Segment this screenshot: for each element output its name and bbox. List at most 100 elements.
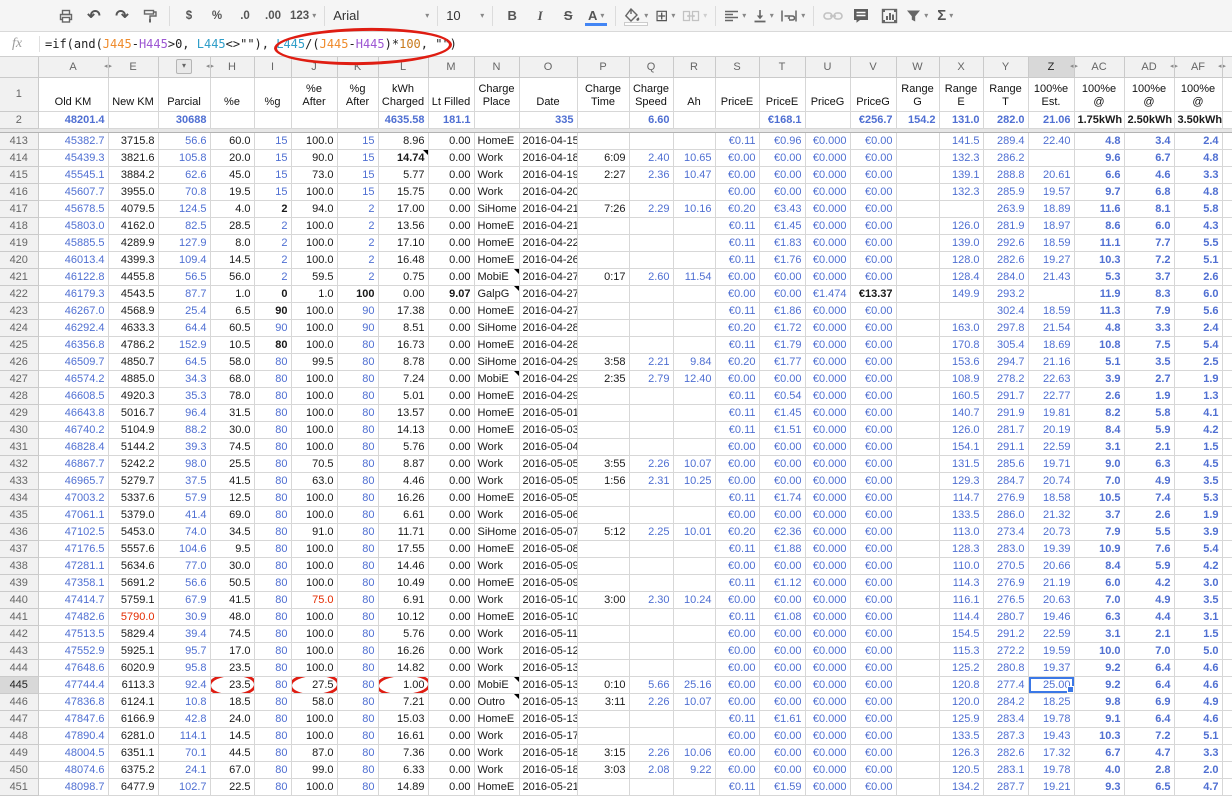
- cell-R445[interactable]: 25.16: [673, 676, 715, 693]
- cell-H430[interactable]: 30.0: [210, 421, 254, 438]
- cell-AD413[interactable]: 3.4: [1124, 132, 1174, 149]
- cell-Z429[interactable]: 19.81: [1028, 404, 1074, 421]
- cell-AF443[interactable]: 5.0: [1174, 642, 1222, 659]
- cell-N422[interactable]: GalpG: [474, 285, 519, 302]
- increase-decimal-button[interactable]: .00: [259, 4, 287, 28]
- cell-Z423[interactable]: 18.59: [1028, 302, 1074, 319]
- cell-AD426[interactable]: 3.5: [1124, 353, 1174, 370]
- cell-Y1[interactable]: Range T: [983, 77, 1028, 111]
- cell-P448[interactable]: [577, 727, 629, 744]
- cell-T438[interactable]: €0.00: [759, 557, 805, 574]
- text-color-button[interactable]: A▾: [582, 4, 610, 28]
- cell-M450[interactable]: 0.00: [428, 761, 474, 778]
- cell-O1[interactable]: Date: [519, 77, 577, 111]
- cell-edge[interactable]: [1222, 200, 1232, 217]
- cell-J417[interactable]: 94.0: [291, 200, 337, 217]
- cell-T443[interactable]: €0.00: [759, 642, 805, 659]
- formula-input[interactable]: =if(and(J445-H445>0, L445<>""), L445/(J4…: [45, 32, 457, 56]
- cell-S444[interactable]: €0.00: [715, 659, 759, 676]
- cell-L427[interactable]: 7.24: [378, 370, 428, 387]
- cell-K421[interactable]: 2: [337, 268, 378, 285]
- cell-Q421[interactable]: 2.60: [629, 268, 673, 285]
- cell-J427[interactable]: 100.0: [291, 370, 337, 387]
- cell-N443[interactable]: Work: [474, 642, 519, 659]
- cell-U418[interactable]: €0.000: [805, 217, 850, 234]
- cell-T428[interactable]: €0.54: [759, 387, 805, 404]
- cell-I428[interactable]: 80: [254, 387, 291, 404]
- cell-V420[interactable]: €0.00: [850, 251, 896, 268]
- cell-W421[interactable]: [896, 268, 939, 285]
- cell-edge[interactable]: [1222, 710, 1232, 727]
- cell-S423[interactable]: €0.11: [715, 302, 759, 319]
- cell-AD417[interactable]: 8.1: [1124, 200, 1174, 217]
- cell-K417[interactable]: 2: [337, 200, 378, 217]
- cell-K431[interactable]: 80: [337, 438, 378, 455]
- cell-I434[interactable]: 80: [254, 489, 291, 506]
- cell-W419[interactable]: [896, 234, 939, 251]
- cell-W431[interactable]: [896, 438, 939, 455]
- cell-W440[interactable]: [896, 591, 939, 608]
- cell-N446[interactable]: Outro: [474, 693, 519, 710]
- cell-AC448[interactable]: 10.3: [1074, 727, 1124, 744]
- cell-I432[interactable]: 80: [254, 455, 291, 472]
- cell-K442[interactable]: 80: [337, 625, 378, 642]
- cell-Y435[interactable]: 286.0: [983, 506, 1028, 523]
- cell-AD436[interactable]: 5.5: [1124, 523, 1174, 540]
- cell-R415[interactable]: 10.47: [673, 166, 715, 183]
- cell-E432[interactable]: 5242.2: [108, 455, 158, 472]
- row-header-1[interactable]: 1: [0, 77, 38, 111]
- cell-F415[interactable]: 62.6: [158, 166, 210, 183]
- cell-L428[interactable]: 5.01: [378, 387, 428, 404]
- cell-Q438[interactable]: [629, 557, 673, 574]
- cell-P443[interactable]: [577, 642, 629, 659]
- row-header-425[interactable]: 425: [0, 336, 38, 353]
- cell-L415[interactable]: 5.77: [378, 166, 428, 183]
- cell-M2[interactable]: 181.1: [428, 111, 474, 128]
- cell-edge[interactable]: [1222, 285, 1232, 302]
- cell-K1[interactable]: %g After: [337, 77, 378, 111]
- cell-J416[interactable]: 100.0: [291, 183, 337, 200]
- cell-Y441[interactable]: 280.7: [983, 608, 1028, 625]
- cell-E440[interactable]: 5759.1: [108, 591, 158, 608]
- cell-Z440[interactable]: 20.63: [1028, 591, 1074, 608]
- cell-W445[interactable]: [896, 676, 939, 693]
- cell-F434[interactable]: 57.9: [158, 489, 210, 506]
- cell-Q433[interactable]: 2.31: [629, 472, 673, 489]
- cell-W434[interactable]: [896, 489, 939, 506]
- cell-F413[interactable]: 56.6: [158, 132, 210, 149]
- cell-Y433[interactable]: 284.7: [983, 472, 1028, 489]
- cell-U434[interactable]: €0.000: [805, 489, 850, 506]
- cell-P445[interactable]: 0:10: [577, 676, 629, 693]
- cell-L424[interactable]: 8.51: [378, 319, 428, 336]
- row-header-423[interactable]: 423: [0, 302, 38, 319]
- cell-Y451[interactable]: 287.7: [983, 778, 1028, 795]
- cell-S432[interactable]: €0.00: [715, 455, 759, 472]
- cell-E443[interactable]: 5925.1: [108, 642, 158, 659]
- cell-U430[interactable]: €0.000: [805, 421, 850, 438]
- cell-M449[interactable]: 0.00: [428, 744, 474, 761]
- cell-I415[interactable]: 15: [254, 166, 291, 183]
- cell-M416[interactable]: 0.00: [428, 183, 474, 200]
- cell-N429[interactable]: HomeE: [474, 404, 519, 421]
- cell-P425[interactable]: [577, 336, 629, 353]
- cell-A2[interactable]: 48201.4: [38, 111, 108, 128]
- cell-E435[interactable]: 5379.0: [108, 506, 158, 523]
- cell-L425[interactable]: 16.73: [378, 336, 428, 353]
- row-header-445[interactable]: 445: [0, 676, 38, 693]
- cell-L438[interactable]: 14.46: [378, 557, 428, 574]
- row-header-424[interactable]: 424: [0, 319, 38, 336]
- cell-Z421[interactable]: 21.43: [1028, 268, 1074, 285]
- cell-Q435[interactable]: [629, 506, 673, 523]
- cell-R431[interactable]: [673, 438, 715, 455]
- cell-L449[interactable]: 7.36: [378, 744, 428, 761]
- cell-W422[interactable]: [896, 285, 939, 302]
- cell-F436[interactable]: 74.0: [158, 523, 210, 540]
- column-header-L[interactable]: L: [378, 57, 428, 77]
- cell-E416[interactable]: 3955.0: [108, 183, 158, 200]
- cell-X447[interactable]: 125.9: [939, 710, 983, 727]
- cell-I422[interactable]: 0: [254, 285, 291, 302]
- cell-U450[interactable]: €0.000: [805, 761, 850, 778]
- unhide-columns-icon[interactable]: ◂: [1170, 59, 1174, 75]
- cell-I450[interactable]: 80: [254, 761, 291, 778]
- cell-H448[interactable]: 14.5: [210, 727, 254, 744]
